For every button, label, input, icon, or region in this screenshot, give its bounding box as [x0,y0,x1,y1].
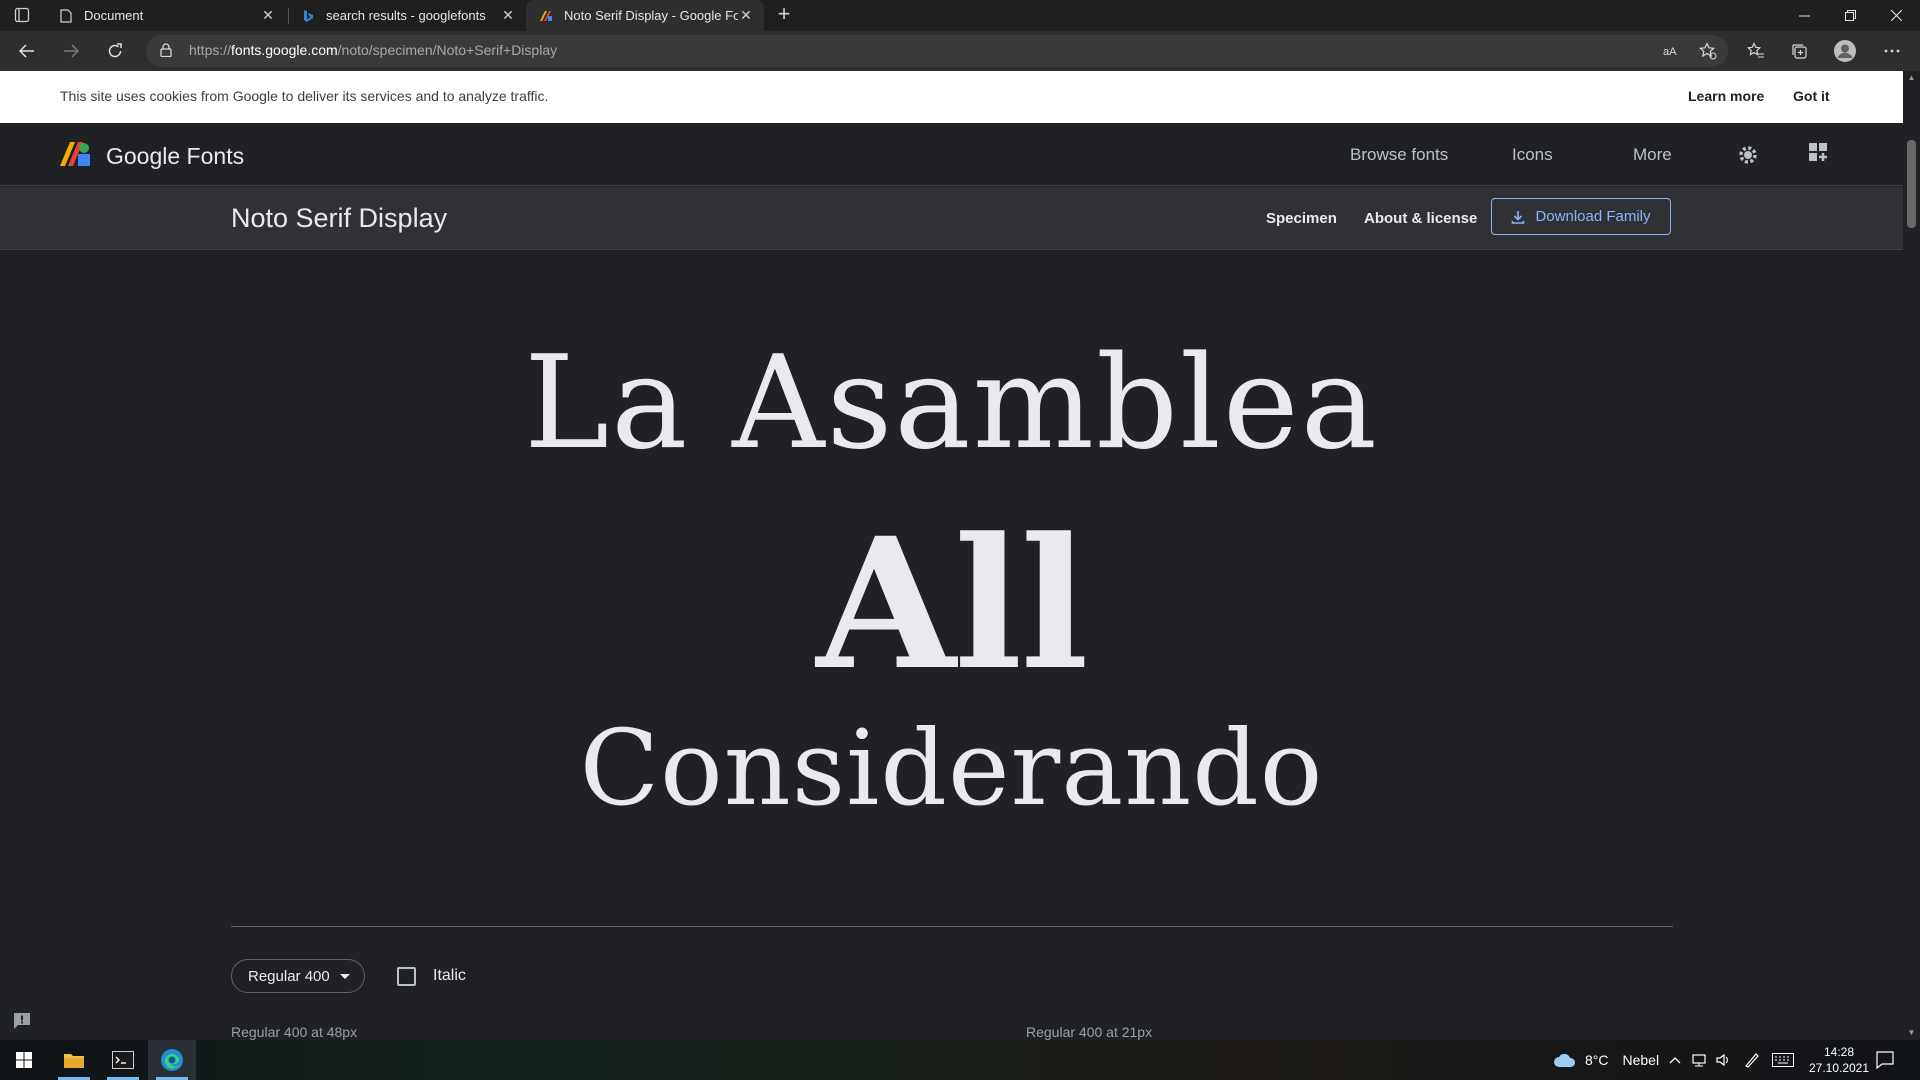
restore-icon[interactable] [1827,0,1873,31]
notifications-icon[interactable] [1876,1040,1894,1080]
add-favorite-icon[interactable] [1693,36,1723,66]
browser-tab-document[interactable]: Document ✕ [46,0,286,31]
specimen-line-3: Considerando [579,707,1324,829]
browser-tab-noto-serif[interactable]: Noto Serif Display - Google Font ✕ [526,0,764,31]
minimize-icon[interactable] [1781,0,1827,31]
weather-temperature: 8°C [1585,1052,1609,1068]
close-tab-icon[interactable]: ✕ [500,7,516,24]
nav-more[interactable]: More [1633,145,1672,165]
refresh-icon[interactable] [100,36,130,66]
google-fonts-favicon [538,8,554,24]
tab-title: Noto Serif Display - Google Font [564,8,738,23]
cookie-banner: This site uses cookies from Google to de… [0,71,1903,123]
specimen-line-2: All [816,499,1088,710]
tab-specimen[interactable]: Specimen [1266,210,1337,227]
theme-toggle-icon[interactable] [1736,143,1760,167]
file-explorer-icon[interactable] [50,1040,98,1080]
svg-text:aA: aA [1663,46,1677,58]
network-icon[interactable] [1692,1040,1710,1080]
browser-toolbar: https://fonts.google.com/noto/specimen/N… [0,31,1920,71]
browser-tab-strip: Document ✕ search results - googlefonts … [0,0,1920,31]
terminal-icon[interactable] [99,1040,147,1080]
read-aloud-icon[interactable]: aA [1657,36,1687,66]
cloud-icon [1554,1053,1576,1067]
collections-icon[interactable] [1784,36,1814,66]
url-scheme: https:// [189,42,232,58]
keyboard-icon[interactable] [1772,1040,1794,1080]
cookie-message: This site uses cookies from Google to de… [60,88,549,104]
chevron-down-icon [339,973,350,979]
nav-icons[interactable]: Icons [1512,145,1553,165]
show-hidden-icons-icon[interactable] [1669,1040,1681,1080]
learn-more-link[interactable]: Learn more [1688,88,1764,104]
browser-tab-search[interactable]: search results - googlefonts ✕ [288,0,526,31]
got-it-button[interactable]: Got it [1793,88,1830,104]
back-icon[interactable] [12,36,42,66]
font-family-title: Noto Serif Display [231,203,448,233]
italic-label[interactable]: Italic [433,967,466,985]
profile-avatar-icon[interactable] [1830,36,1860,66]
tab-title: Document [84,8,144,23]
windows-start-icon[interactable] [0,1040,48,1080]
volume-icon[interactable] [1716,1040,1732,1080]
close-tab-icon[interactable]: ✕ [260,7,276,24]
weight-select[interactable]: Regular 400 [231,959,365,993]
bing-icon [300,8,316,24]
tab-about-license[interactable]: About & license [1364,210,1477,227]
specimen-caption-left: Regular 400 at 48px [231,1024,358,1040]
scroll-up-icon[interactable]: ▲ [1906,73,1917,83]
site-header: Google Fonts Browse fonts Icons More [0,123,1903,186]
url-path: /noto/specimen/Noto+Serif+Display [337,42,558,58]
edge-browser-icon[interactable] [148,1040,196,1080]
weather-widget[interactable]: 8°C Nebel [1553,1040,1659,1080]
weather-description: Nebel [1622,1052,1660,1068]
weight-select-value: Regular 400 [248,967,330,985]
nav-browse-fonts[interactable]: Browse fonts [1350,145,1448,165]
apps-grid-icon[interactable] [1809,143,1833,167]
tab-actions-menu-icon[interactable] [14,7,32,25]
specimen-caption-right: Regular 400 at 21px [1026,1024,1153,1040]
scroll-down-icon[interactable]: ▼ [1906,1028,1917,1038]
feedback-icon[interactable] [12,1011,32,1031]
brand-name[interactable]: Google Fonts [106,143,244,170]
favorites-icon[interactable] [1741,36,1771,66]
url-text[interactable]: https://fonts.google.com/noto/specimen/N… [189,42,557,58]
close-tab-icon[interactable]: ✕ [738,7,754,24]
font-family-bar: Noto Serif Display Specimen About & lice… [0,187,1903,250]
clock-date: 27.10.2021 [1808,1061,1870,1075]
document-icon [58,8,74,24]
pen-workspace-icon[interactable] [1744,1040,1760,1080]
tab-title: search results - googlefonts [326,8,486,23]
new-tab-icon[interactable]: + [772,3,796,27]
download-icon [1512,210,1525,224]
settings-more-icon[interactable] [1877,36,1907,66]
clock-time: 14:28 [1823,1045,1855,1059]
web-page: This site uses cookies from Google to de… [0,71,1903,1040]
forward-icon[interactable] [56,36,86,66]
google-fonts-logo-icon[interactable] [60,142,92,166]
download-family-button[interactable]: Download Family [1491,198,1671,235]
url-domain: fonts.google.com [231,42,338,58]
windows-taskbar: 8°C Nebel 14:28 27.10.2021 [0,1040,1920,1080]
system-clock[interactable]: 14:28 27.10.2021 [1804,1044,1874,1076]
lock-icon[interactable] [160,43,172,58]
italic-checkbox[interactable] [397,967,416,986]
specimen-line-1: La Asamblea [524,329,1379,478]
scrollbar-thumb[interactable] [1907,140,1916,228]
section-divider [231,926,1673,927]
close-window-icon[interactable] [1873,0,1919,31]
download-label: Download Family [1535,208,1651,225]
